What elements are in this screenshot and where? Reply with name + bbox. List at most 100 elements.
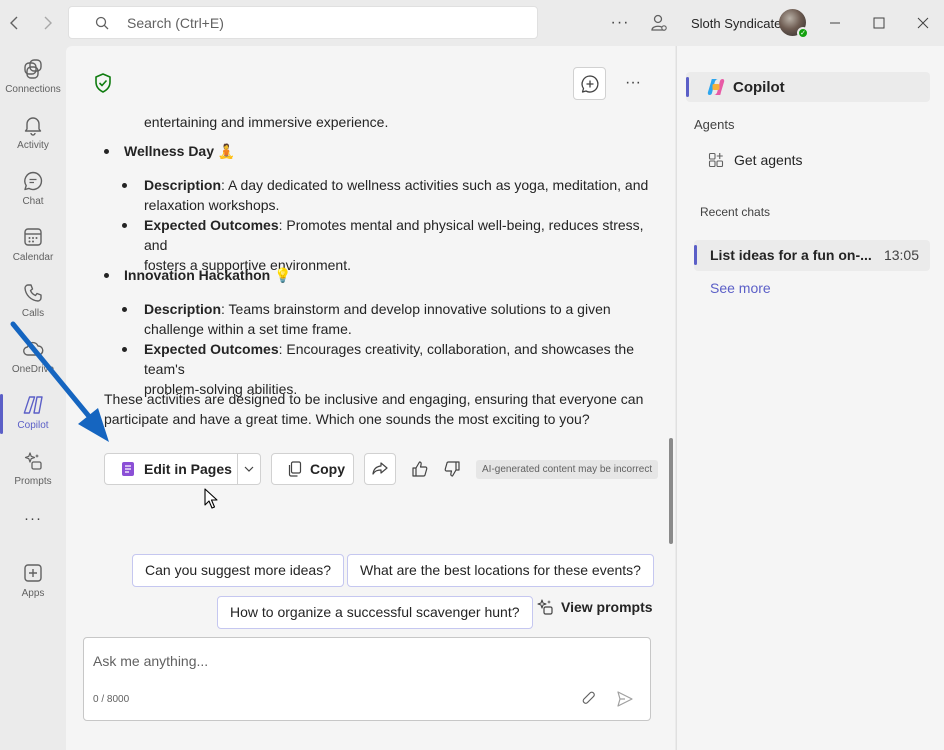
prompts-sparkle-icon — [536, 598, 554, 616]
active-indicator — [686, 77, 689, 97]
send-icon[interactable] — [616, 690, 634, 708]
rail-item-apps[interactable]: Apps — [0, 560, 66, 614]
chevron-down-icon[interactable] — [243, 462, 255, 476]
thumbs-down-icon[interactable] — [442, 459, 462, 479]
prompts-icon — [22, 450, 44, 472]
user-name[interactable]: Sloth Syndicate — [691, 16, 781, 31]
copilot-icon — [22, 394, 44, 416]
mouse-cursor-icon — [204, 488, 218, 510]
list-item: Wellness Day 🧘 — [104, 141, 235, 161]
recent-chats-heading: Recent chats — [700, 205, 771, 219]
chat-more-options-icon[interactable]: ··· — [621, 72, 645, 94]
edit-in-pages-label: Edit in Pages — [144, 461, 232, 477]
search-input[interactable]: Search (Ctrl+E) — [68, 6, 538, 39]
bell-icon — [22, 114, 44, 136]
attach-icon[interactable] — [580, 690, 598, 708]
close-icon[interactable] — [912, 12, 934, 34]
list-subitem: Description: A day dedicated to wellness… — [121, 175, 649, 215]
presence-available-icon: ✓ — [797, 27, 809, 39]
list-item: Innovation Hackathon 💡 — [104, 265, 292, 285]
rail-item-activity[interactable]: Activity — [0, 112, 66, 166]
subitem-label: Expected Outcomes — [144, 341, 279, 357]
recent-chat-item[interactable]: List ideas for a fun on-... 13:05 — [694, 240, 930, 271]
character-count: 0 / 8000 — [93, 694, 130, 705]
more-options-icon[interactable]: ··· — [609, 12, 631, 34]
get-agents-button[interactable]: Get agents — [708, 152, 803, 168]
subitem-label: Description — [144, 177, 222, 193]
view-prompts-label: View prompts — [561, 599, 653, 615]
rail-item-calls[interactable]: Calls — [0, 280, 66, 334]
suggestion-chip[interactable]: How to organize a successful scavenger h… — [217, 596, 533, 629]
compose-placeholder: Ask me anything... — [93, 653, 209, 669]
rail-item-connections[interactable]: Connections — [0, 56, 66, 110]
rail-item-onedrive[interactable]: OneDrive — [0, 336, 66, 390]
more-icon: ··· — [24, 510, 42, 527]
subitem-label: Expected Outcomes — [144, 217, 279, 233]
agents-heading: Agents — [694, 117, 735, 132]
rail-label: Calendar — [12, 252, 54, 263]
item-title: Innovation Hackathon — [124, 267, 271, 283]
rail-item-copilot[interactable]: Copilot — [0, 392, 66, 446]
search-placeholder: Search (Ctrl+E) — [127, 14, 224, 31]
subitem-text: : A day dedicated to wellness activities… — [221, 177, 649, 193]
rail-label: OneDrive — [11, 364, 55, 375]
get-agents-label: Get agents — [734, 152, 803, 168]
share-button[interactable] — [364, 453, 396, 485]
subitem-text: : Teams brainstorm and develop innovativ… — [221, 301, 611, 317]
rail-label: Copilot — [17, 420, 49, 431]
calendar-icon — [22, 226, 44, 248]
yoga-emoji-icon: 🧘 — [217, 143, 236, 159]
rail-label: Chat — [22, 196, 44, 207]
rail-item-chat[interactable]: Chat — [0, 168, 66, 222]
apps-grid-icon — [708, 152, 724, 168]
subitem-label: Description — [144, 301, 222, 317]
item-title: Wellness Day — [124, 143, 215, 159]
rail-item-calendar[interactable]: Calendar — [0, 224, 66, 278]
subitem-text: challenge within a set time frame. — [144, 321, 352, 337]
maximize-icon[interactable] — [868, 12, 890, 34]
share-icon — [371, 461, 389, 477]
copy-label: Copy — [310, 461, 345, 477]
people-settings-icon[interactable] — [648, 12, 670, 34]
ai-disclaimer-badge: AI-generated content may be incorrect — [476, 460, 659, 479]
back-arrow-icon[interactable] — [4, 12, 26, 34]
thumbs-up-icon[interactable] — [410, 459, 430, 479]
copilot-nav-item[interactable]: Copilot — [686, 72, 930, 102]
shield-check-icon — [92, 72, 114, 94]
app-rail: Connections Activity Chat Calendar Calls… — [0, 46, 66, 750]
pages-icon — [121, 461, 135, 477]
closing-line: participate and have a great time. Which… — [104, 411, 590, 427]
copilot-label: Copilot — [733, 78, 785, 96]
copilot-chat-pane: ··· entertaining and immersive experienc… — [66, 46, 675, 750]
response-fragment: entertaining and immersive experience. — [144, 114, 389, 130]
closing-paragraph: These activities are designed to be incl… — [104, 389, 643, 429]
scrollbar-thumb[interactable] — [669, 438, 673, 544]
edit-in-pages-button[interactable]: Edit in Pages — [104, 453, 261, 485]
see-more-link[interactable]: See more — [710, 280, 771, 296]
rail-item-more[interactable]: ··· — [0, 508, 66, 538]
copy-icon — [288, 461, 302, 477]
recent-chat-title: List ideas for a fun on-... — [710, 247, 872, 263]
forward-arrow-icon[interactable] — [36, 12, 58, 34]
rail-label: Activity — [17, 140, 49, 151]
minimize-icon[interactable] — [824, 12, 846, 34]
rail-label: Connections — [5, 84, 61, 95]
new-chat-button[interactable] — [573, 67, 606, 100]
suggestion-chip[interactable]: What are the best locations for these ev… — [347, 554, 654, 587]
active-indicator — [694, 245, 697, 265]
split-divider — [237, 454, 238, 484]
recent-chat-time: 13:05 — [883, 247, 919, 263]
view-prompts-button[interactable]: View prompts — [536, 598, 653, 616]
phone-icon — [22, 282, 44, 304]
avatar[interactable]: ✓ — [779, 9, 809, 39]
new-chat-icon — [580, 74, 600, 94]
subitem-text: relaxation workshops. — [144, 197, 280, 213]
rail-item-prompts[interactable]: Prompts — [0, 448, 66, 502]
copy-button[interactable]: Copy — [271, 453, 354, 485]
suggestion-chip[interactable]: Can you suggest more ideas? — [132, 554, 344, 587]
copilot-side-panel: Copilot Agents Get agents Recent chats L… — [676, 46, 944, 750]
cloud-icon — [22, 338, 44, 360]
message-compose-box[interactable]: Ask me anything... 0 / 8000 — [83, 637, 651, 721]
add-app-icon — [22, 562, 44, 584]
list-subitem: Description: Teams brainstorm and develo… — [122, 299, 611, 339]
